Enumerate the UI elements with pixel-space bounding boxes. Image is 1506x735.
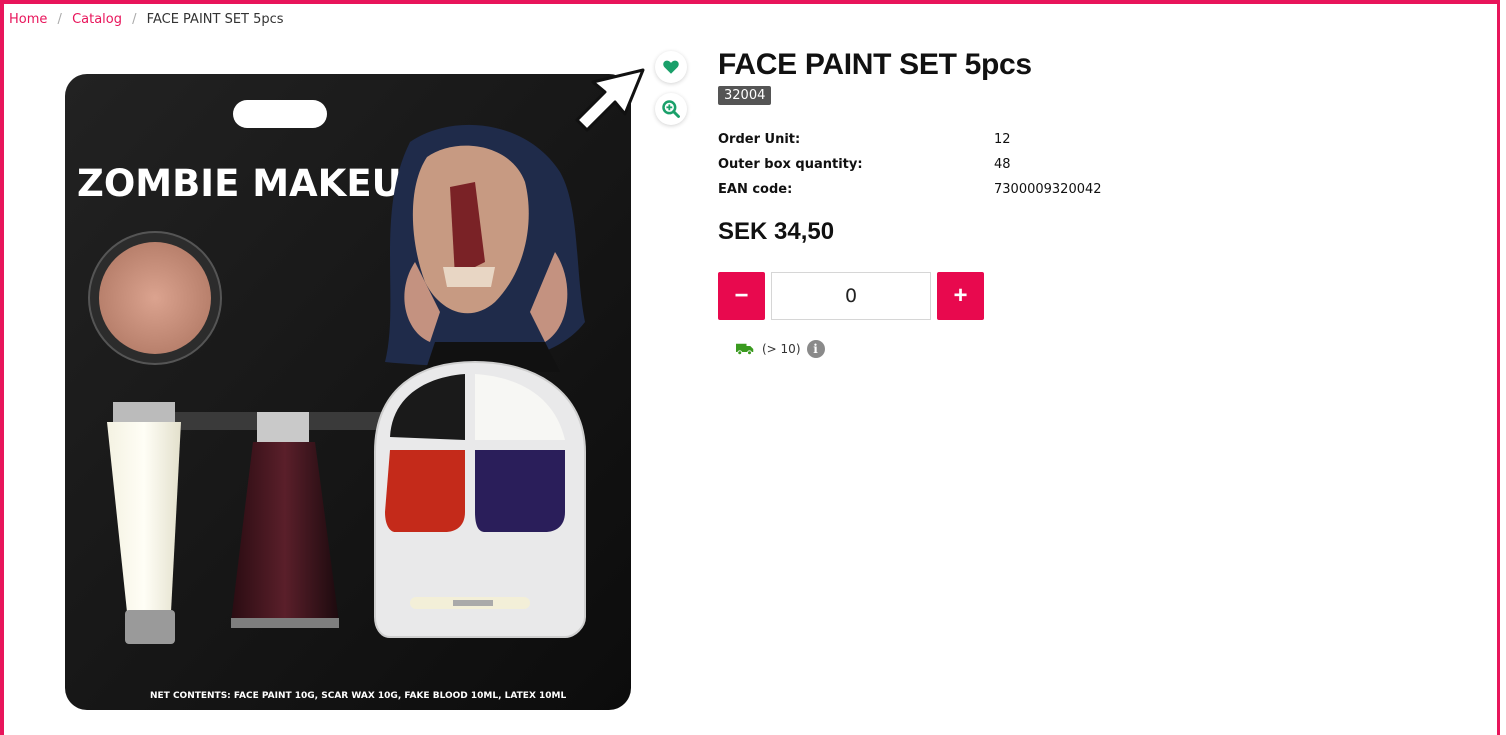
spec-label: Order Unit: [718, 132, 801, 147]
product-title: FACE PAINT SET 5pcs [718, 48, 1032, 81]
breadcrumb-separator: / [132, 12, 137, 27]
product-specs: Order Unit: 12 Outer box quantity: 48 EA… [718, 127, 1418, 202]
stock-count: (> 10) [762, 342, 801, 356]
quantity-input[interactable] [771, 272, 931, 320]
breadcrumb-catalog[interactable]: Catalog [72, 12, 122, 27]
scar-wax-pot [88, 231, 222, 365]
package-headline: ZOMBIE MAKEUP [77, 162, 429, 205]
add-to-favorites-button[interactable] [655, 51, 687, 83]
spec-value: 48 [994, 157, 1011, 172]
spec-value: 7300009320042 [994, 182, 1102, 197]
spec-label: Outer box quantity: [718, 157, 863, 172]
increase-quantity-button[interactable]: + [937, 272, 984, 320]
spec-value: 12 [994, 132, 1011, 147]
truck-icon [736, 343, 754, 356]
product-sku-badge: 32004 [718, 86, 772, 105]
breadcrumb: Home / Catalog / FACE PAINT SET 5pcs [9, 12, 284, 27]
spec-label: EAN code: [718, 182, 793, 197]
decrease-quantity-button[interactable]: − [718, 272, 765, 320]
hang-hole [233, 100, 327, 128]
zoom-in-icon [662, 100, 680, 118]
face-paint-palette [374, 360, 586, 638]
breadcrumb-current: FACE PAINT SET 5pcs [146, 12, 284, 27]
zoom-image-button[interactable] [655, 93, 687, 125]
package-contents: NET CONTENTS: FACE PAINT 10G, SCAR WAX 1… [150, 691, 566, 701]
product-price: SEK 34,50 [718, 218, 835, 245]
product-image[interactable]: ZOMBIE MAKEUP NET CONTENTS: FACE PAINT 1… [55, 62, 645, 722]
spec-row: EAN code: 7300009320042 [718, 177, 1418, 202]
spec-row: Order Unit: 12 [718, 127, 1418, 152]
info-icon[interactable]: i [806, 340, 825, 358]
heart-icon [663, 60, 679, 74]
breadcrumb-home[interactable]: Home [9, 12, 47, 27]
spec-row: Outer box quantity: 48 [718, 152, 1418, 177]
product-info: FACE PAINT SET 5pcs 32004 Order Unit: 12… [718, 48, 1418, 246]
quantity-stepper: − + [718, 272, 984, 320]
stock-status: (> 10) i [736, 340, 825, 358]
breadcrumb-separator: / [57, 12, 62, 27]
